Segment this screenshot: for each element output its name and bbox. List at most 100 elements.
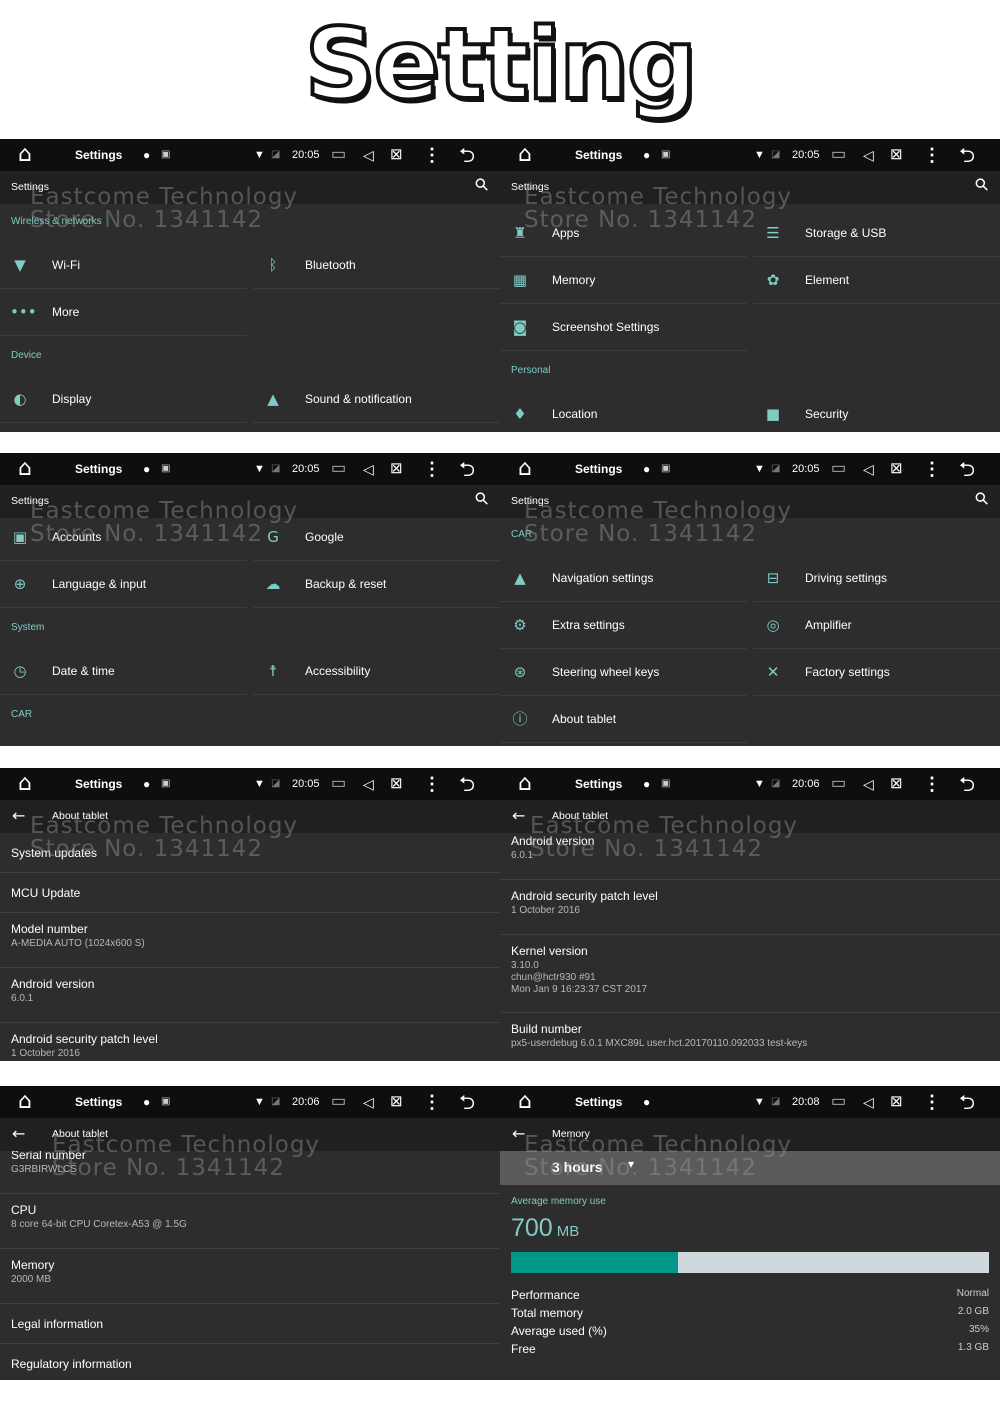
back-icon[interactable]: ⮌ bbox=[959, 139, 975, 171]
volume-icon[interactable]: ◁ bbox=[863, 453, 874, 485]
screen-off-icon[interactable]: ⊠ bbox=[390, 1086, 403, 1118]
screenshot-icon[interactable]: ▭ bbox=[831, 768, 846, 800]
more-vert-icon[interactable]: ⋮ bbox=[423, 1086, 441, 1118]
settings-item-language-input[interactable]: ⊕ Language & input bbox=[0, 561, 247, 608]
screenshot-icon[interactable]: ▭ bbox=[331, 453, 346, 485]
screenshot-icon[interactable]: ▭ bbox=[331, 768, 346, 800]
home-icon[interactable]: ⌂ bbox=[18, 139, 32, 171]
volume-icon[interactable]: ◁ bbox=[363, 139, 374, 171]
volume-icon[interactable]: ◁ bbox=[863, 768, 874, 800]
more-vert-icon[interactable]: ⋮ bbox=[923, 453, 941, 485]
home-icon[interactable]: ⌂ bbox=[18, 768, 32, 800]
about-item[interactable]: Serial number G3RBIRWLCS bbox=[0, 1151, 500, 1194]
screen-off-icon[interactable]: ⊠ bbox=[890, 1086, 903, 1118]
about-item[interactable]: Android security patch level 1 October 20… bbox=[500, 880, 1000, 935]
more-vert-icon[interactable]: ⋮ bbox=[423, 139, 441, 171]
back-icon[interactable]: ⮌ bbox=[959, 453, 975, 485]
settings-item-storage-usb[interactable]: ☰ Storage & USB bbox=[753, 210, 1000, 257]
volume-icon[interactable]: ◁ bbox=[363, 1086, 374, 1118]
app-header: ← Memory bbox=[500, 1118, 1000, 1151]
about-item[interactable]: Android security patch level 1 October 20… bbox=[0, 1023, 500, 1061]
settings-item-navigation-settings[interactable]: ▲ Navigation settings bbox=[500, 555, 747, 602]
back-arrow-icon[interactable]: ← bbox=[12, 806, 25, 825]
settings-item-bluetooth[interactable]: ᛒ Bluetooth bbox=[253, 242, 500, 289]
home-icon[interactable]: ⌂ bbox=[18, 453, 32, 485]
screenshot-icon[interactable]: ▭ bbox=[331, 1086, 346, 1118]
more-vert-icon[interactable]: ⋮ bbox=[423, 453, 441, 485]
more-vert-icon[interactable]: ⋮ bbox=[423, 768, 441, 800]
about-item[interactable]: Legal information bbox=[0, 1304, 500, 1344]
settings-item-location[interactable]: ♦ Location bbox=[500, 391, 747, 432]
home-icon[interactable]: ⌂ bbox=[518, 1086, 532, 1118]
back-arrow-icon[interactable]: ← bbox=[512, 1124, 525, 1143]
about-item[interactable]: Kernel version 3.10.0 chun@hctr930 #91 Mo… bbox=[500, 935, 1000, 1013]
screen-off-icon[interactable]: ⊠ bbox=[390, 139, 403, 171]
settings-item-driving-settings[interactable]: ⊟ Driving settings bbox=[753, 555, 1000, 602]
settings-item-date-time[interactable]: ◷ Date & time bbox=[0, 648, 247, 695]
search-icon[interactable]: ⚲ bbox=[470, 488, 493, 511]
screenshot-icon[interactable]: ▭ bbox=[831, 1086, 846, 1118]
screen-off-icon[interactable]: ⊠ bbox=[390, 768, 403, 800]
screenshot-icon[interactable]: ▭ bbox=[331, 139, 346, 171]
settings-item-display[interactable]: ◐ Display bbox=[0, 376, 247, 423]
settings-item-accounts[interactable]: ▣ Accounts bbox=[0, 518, 247, 561]
home-icon[interactable]: ⌂ bbox=[18, 1086, 32, 1118]
settings-item-wi-fi[interactable]: ▼ Wi-Fi bbox=[0, 242, 247, 289]
period-dropdown[interactable]: 3 hours ▾ bbox=[500, 1151, 1000, 1185]
stat-label: Average used (%) bbox=[511, 1324, 607, 1338]
volume-icon[interactable]: ◁ bbox=[863, 1086, 874, 1118]
about-item[interactable]: Regulatory information bbox=[0, 1344, 500, 1380]
back-icon[interactable]: ⮌ bbox=[459, 139, 475, 171]
settings-item-apps[interactable]: ♜ Apps bbox=[500, 210, 747, 257]
screen-off-icon[interactable]: ⊠ bbox=[390, 453, 403, 485]
settings-item-more[interactable]: ••• More bbox=[0, 289, 247, 336]
settings-item-security[interactable]: ■ Security bbox=[753, 391, 1000, 432]
back-icon[interactable]: ⮌ bbox=[459, 768, 475, 800]
more-vert-icon[interactable]: ⋮ bbox=[923, 768, 941, 800]
screen-off-icon[interactable]: ⊠ bbox=[890, 453, 903, 485]
about-item[interactable]: System updates bbox=[0, 833, 500, 873]
settings-item-memory[interactable]: ▦ Memory bbox=[500, 257, 747, 304]
screen-off-icon[interactable]: ⊠ bbox=[890, 139, 903, 171]
settings-item-screenshot-settings[interactable]: ◙ Screenshot Settings bbox=[500, 304, 747, 351]
back-icon[interactable]: ⮌ bbox=[959, 1086, 975, 1118]
home-icon[interactable]: ⌂ bbox=[518, 139, 532, 171]
about-item[interactable]: Android version 6.0.1 bbox=[500, 833, 1000, 880]
back-arrow-icon[interactable]: ← bbox=[12, 1124, 25, 1143]
volume-icon[interactable]: ◁ bbox=[363, 768, 374, 800]
more-vert-icon[interactable]: ⋮ bbox=[923, 1086, 941, 1118]
about-item[interactable]: Model number A-MEDIA AUTO (1024x600 S) bbox=[0, 913, 500, 968]
settings-item-google[interactable]: G Google bbox=[253, 518, 500, 561]
about-item[interactable]: MCU Update bbox=[0, 873, 500, 913]
settings-item-factory-settings[interactable]: ✕ Factory settings bbox=[753, 649, 1000, 696]
more-vert-icon[interactable]: ⋮ bbox=[923, 139, 941, 171]
settings-item-label: Sound & notification bbox=[305, 392, 412, 406]
back-arrow-icon[interactable]: ← bbox=[512, 806, 525, 825]
settings-item-steering-wheel-keys[interactable]: ⊛ Steering wheel keys bbox=[500, 649, 747, 696]
settings-item-accessibility[interactable]: ☨ Accessibility bbox=[253, 648, 500, 695]
settings-item-element[interactable]: ✿ Element bbox=[753, 257, 1000, 304]
settings-item-extra-settings[interactable]: ⚙ Extra settings bbox=[500, 602, 747, 649]
back-icon[interactable]: ⮌ bbox=[959, 768, 975, 800]
home-icon[interactable]: ⌂ bbox=[518, 768, 532, 800]
settings-item-amplifier[interactable]: ◎ Amplifier bbox=[753, 602, 1000, 649]
screenshot-icon[interactable]: ▭ bbox=[831, 453, 846, 485]
settings-item-about-tablet[interactable]: ⓘ About tablet bbox=[500, 696, 747, 743]
screen-off-icon[interactable]: ⊠ bbox=[890, 768, 903, 800]
content-area: 3 hours ▾ Average memory use 700 MB Performan… bbox=[500, 1151, 1000, 1380]
about-item[interactable]: CPU 8 core 64-bit CPU Coretex-A53 @ 1.5G bbox=[0, 1194, 500, 1249]
search-icon[interactable]: ⚲ bbox=[470, 174, 493, 197]
back-icon[interactable]: ⮌ bbox=[459, 1086, 475, 1118]
search-icon[interactable]: ⚲ bbox=[970, 488, 993, 511]
about-item[interactable]: Android version 6.0.1 bbox=[0, 968, 500, 1023]
home-icon[interactable]: ⌂ bbox=[518, 453, 532, 485]
about-item[interactable]: Build number px5-userdebug 6.0.1 MXC89L u… bbox=[500, 1013, 1000, 1061]
screenshot-icon[interactable]: ▭ bbox=[831, 139, 846, 171]
settings-item-sound-notification[interactable]: ▲ Sound & notification bbox=[253, 376, 500, 423]
settings-item-backup-reset[interactable]: ☁ Backup & reset bbox=[253, 561, 500, 608]
volume-icon[interactable]: ◁ bbox=[363, 453, 374, 485]
back-icon[interactable]: ⮌ bbox=[459, 453, 475, 485]
about-item[interactable]: Memory 2000 MB bbox=[0, 1249, 500, 1304]
search-icon[interactable]: ⚲ bbox=[970, 174, 993, 197]
volume-icon[interactable]: ◁ bbox=[863, 139, 874, 171]
